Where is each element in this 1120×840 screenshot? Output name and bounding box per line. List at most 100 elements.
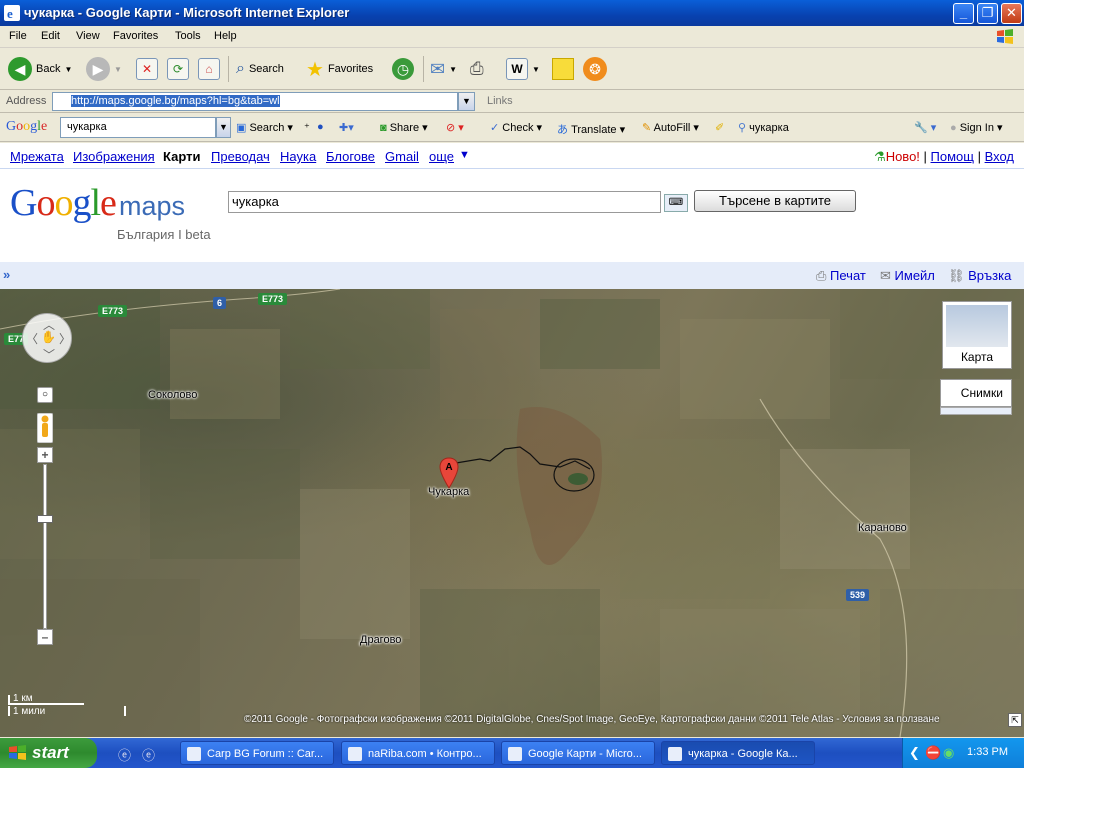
chevron-down-icon[interactable]: ▼ <box>459 149 470 161</box>
task-nariba[interactable]: naRiba.com • Контро... <box>341 741 495 765</box>
settings-wrench-icon[interactable]: 🔧 ▾ <box>914 121 936 134</box>
help-link[interactable]: Помощ <box>931 149 974 164</box>
refresh-button[interactable]: ⟳ <box>167 56 189 82</box>
menu-file[interactable]: File <box>9 30 27 42</box>
plus-button[interactable]: ✚▾ <box>339 121 354 134</box>
back-button[interactable]: ◀ Back ▼ <box>8 56 72 82</box>
nav-web[interactable]: Мрежата <box>10 149 64 164</box>
pegman-icon[interactable] <box>37 413 53 443</box>
address-dropdown-button[interactable]: ▼ <box>458 92 475 111</box>
menu-edit[interactable]: Edit <box>41 30 60 42</box>
printer-icon: ⎙ <box>816 268 827 283</box>
map-marker-icon[interactable]: A <box>439 457 459 489</box>
menu-view[interactable]: View <box>76 30 100 42</box>
toolbar-more-icon[interactable]: ⁺ <box>304 121 310 134</box>
close-button[interactable]: ✕ <box>1001 3 1022 24</box>
maps-logo-text: maps <box>118 191 185 221</box>
globe-icon[interactable]: ● <box>317 121 324 133</box>
spellcheck-button[interactable]: ✓ Check ▾ <box>490 121 542 134</box>
stop-button[interactable]: ✕ <box>136 56 158 82</box>
login-link[interactable]: Вход <box>985 149 1014 164</box>
task-carp-forum[interactable]: Carp BG Forum :: Car... <box>180 741 334 765</box>
nav-blogs[interactable]: Блогове <box>326 149 375 164</box>
task-google-maps[interactable]: Google Карти - Micro... <box>501 741 655 765</box>
tray-status-icon[interactable]: ◉ <box>943 745 954 761</box>
nav-translate[interactable]: Преводач <box>211 149 270 164</box>
map-type-dropdown[interactable] <box>940 407 1012 415</box>
pan-right-icon[interactable]: 〉 <box>59 330 71 347</box>
menu-help[interactable]: Help <box>214 30 237 42</box>
word-icon: W <box>506 58 528 80</box>
nav-more[interactable]: още <box>429 149 454 164</box>
google-toolbar-search-input[interactable]: чукарка <box>60 117 216 138</box>
zoom-out-button[interactable]: – <box>37 629 53 645</box>
quicklaunch-ie2-icon[interactable]: ⓔ <box>142 745 155 764</box>
edit-button[interactable]: W ▼ <box>506 56 540 82</box>
google-top-nav: Мрежата Изображения Карти Преводач Наука… <box>0 143 1024 169</box>
road-label-539: 539 <box>846 589 870 601</box>
ie-page-icon <box>508 747 522 761</box>
google-toolbar-search-dropdown[interactable]: ▼ <box>216 117 231 138</box>
mail-button[interactable]: ✉ ▼ <box>430 56 457 82</box>
nav-gmail[interactable]: Gmail <box>385 149 419 164</box>
menu-favorites[interactable]: Favorites <box>113 30 158 42</box>
zoom-slider-handle[interactable] <box>37 515 53 523</box>
pan-left-icon[interactable]: 〈 <box>26 330 38 347</box>
standard-toolbar: ◀ Back ▼ ▶ ▼ ✕ ⟳ ⌂ ⌕ Search ★ Favorites … <box>0 48 1024 90</box>
map-type-button[interactable]: Карта <box>942 301 1012 369</box>
task-chukarka[interactable]: чукарка - Google Ка... <box>661 741 815 765</box>
road-label-e773: E773 <box>98 305 128 317</box>
new-label[interactable]: Ново! <box>886 149 920 164</box>
check-icon: ✓ <box>490 122 500 134</box>
sign-in-button[interactable]: ● Sign In ▾ <box>950 121 1003 134</box>
quicklaunch-ie-icon[interactable]: ⓔ <box>118 745 131 764</box>
virtual-keyboard-icon[interactable]: ⌨ <box>664 194 688 212</box>
google-maps-logo[interactable]: Google maps България I beta <box>10 181 211 242</box>
search-button[interactable]: ⌕ Search <box>236 56 284 82</box>
satellite-type-button[interactable]: Снимки <box>940 379 1012 407</box>
start-button[interactable]: start <box>0 738 97 768</box>
forward-button[interactable]: ▶ ▼ <box>86 56 122 82</box>
highlighter-icon[interactable]: ✐ <box>715 121 724 134</box>
print-button[interactable]: ⎙ <box>470 56 484 82</box>
menu-tools[interactable]: Tools <box>175 30 201 42</box>
share-icon: ◙ <box>380 122 387 134</box>
history-button[interactable]: ◷ <box>392 56 414 82</box>
google-toolbar-logo[interactable]: Google <box>6 119 47 135</box>
pan-control[interactable]: ︿ ﹀ 〈 〉 ✋ <box>22 313 72 363</box>
google-toolbar-search-button[interactable]: ▣ Search ▾ <box>236 121 293 134</box>
home-button[interactable]: ⌂ <box>198 56 220 82</box>
chevron-down-icon: ▼ <box>449 64 458 74</box>
tray-arrow-icon[interactable]: ❮ <box>909 745 920 761</box>
nav-images[interactable]: Изображения <box>73 149 155 164</box>
maps-search-input[interactable]: чукарка <box>228 191 661 213</box>
satellite-map[interactable]: E773 6 E773 E77 539 Соколово Чукарка Кар… <box>0 289 1024 737</box>
tray-clock[interactable]: 1:33 PM <box>967 746 1008 758</box>
zoom-slider-track[interactable] <box>43 464 47 629</box>
translate-button[interactable]: あ Translate ▾ <box>557 121 625 137</box>
notes-button[interactable] <box>552 56 574 82</box>
link-link[interactable]: ⛓ Връзка <box>948 268 1011 284</box>
expand-panel-icon[interactable]: » <box>3 267 10 282</box>
restore-button[interactable]: ❐ <box>977 3 998 24</box>
tray-alert-icon[interactable]: ⛔ <box>925 745 941 761</box>
favorites-button[interactable]: ★ Favorites <box>306 56 373 82</box>
email-link[interactable]: ✉ Имейл <box>880 268 935 284</box>
overview-toggle-icon[interactable]: ⇱ <box>1008 713 1022 727</box>
minimize-button[interactable]: _ <box>953 3 974 24</box>
zoom-reset-icon[interactable]: ○ <box>37 387 53 403</box>
maps-search-button[interactable]: Търсене в картите <box>694 190 856 212</box>
zoom-in-button[interactable]: + <box>37 447 53 463</box>
print-link[interactable]: ⎙ Печат <box>816 268 866 284</box>
share-button[interactable]: ◙ Share ▾ <box>380 121 428 134</box>
messenger-button[interactable]: ❂ <box>583 56 607 82</box>
address-input[interactable]: http://maps.google.bg/maps?hl=bg&tab=wl <box>52 92 458 111</box>
pan-down-icon[interactable]: ﹀ <box>43 346 55 363</box>
autofill-button[interactable]: ✎ AutoFill ▾ <box>642 121 699 134</box>
nav-scholar[interactable]: Наука <box>280 149 316 164</box>
links-label[interactable]: Links <box>487 95 513 107</box>
popup-blocker-icon[interactable]: ⊘ ▾ <box>446 121 464 134</box>
taskbar: start ⓔ ⓔ Carp BG Forum :: Car... naRiba… <box>0 738 1024 768</box>
search-term-button[interactable]: ⚲ чукарка <box>738 121 789 134</box>
note-icon <box>552 58 574 80</box>
